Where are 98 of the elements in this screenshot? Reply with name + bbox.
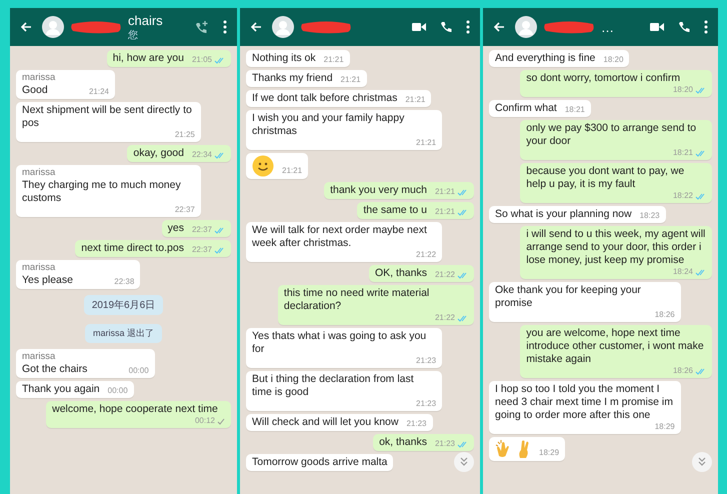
video-call-icon[interactable] [650, 22, 664, 32]
message-time: 00:00 [108, 386, 128, 396]
message-time: 22:38 [114, 277, 134, 287]
phone-icon[interactable] [440, 21, 452, 33]
message-time: 18:24 [672, 267, 693, 277]
message-text: We will talk for next order maybe next week after christmas. [252, 224, 428, 250]
message-time: 21:21 [340, 75, 361, 85]
message-time: 00:00 [128, 366, 149, 376]
message-text: Oke thank you for keeping your promise [495, 284, 642, 310]
message-text: you are welcome, hope next time introduce other customer, i wont make mistake again [526, 327, 705, 366]
message-text: Thank you again [22, 383, 100, 396]
message-text: Got the chairs [22, 363, 88, 376]
message-text: this time no need write material declaration? [284, 287, 430, 313]
avatar-icon[interactable] [42, 16, 64, 38]
message-text: Confirm what [495, 102, 557, 115]
message-time: 21:21 [282, 165, 302, 177]
avatar-icon[interactable] [515, 16, 537, 38]
message-time: 22:34 [192, 150, 212, 160]
back-arrow-icon[interactable] [250, 21, 262, 33]
message-time: 18:20 [672, 85, 693, 95]
message-text: Good [22, 84, 48, 97]
menu-icon[interactable] [466, 20, 470, 34]
message-time: 18:29 [654, 422, 675, 432]
menu-icon[interactable] [223, 20, 227, 34]
video-call-icon[interactable] [412, 22, 426, 32]
message-text: So what is your planning now [495, 208, 632, 221]
message-time: 21:25 [174, 130, 195, 140]
sender-name: marissa [22, 167, 56, 179]
message-text: But i thing the declaration from last time is good [252, 373, 415, 399]
message-time: 18:26 [654, 310, 675, 320]
message-time: 21:23 [406, 419, 427, 429]
message-text: Thanks my friend [252, 72, 333, 85]
smiley-icon [252, 155, 274, 177]
message-text: hi, how are you [112, 52, 184, 65]
message-text: ok, thanks [379, 436, 427, 449]
message-time: 21:21 [405, 95, 426, 105]
message-time: 18:20 [603, 55, 624, 65]
message-time: 21:23 [416, 356, 436, 366]
message-text: They charging me to much money customs [22, 179, 182, 205]
message-text: only we pay $300 to arrange send to your door [526, 122, 698, 148]
message-text: welcome, hope cooperate next time [52, 403, 218, 416]
message-text: Will check and will let you know [252, 416, 398, 429]
message-text: because you dont want to pay, we help u pay, it is my fault [526, 165, 686, 191]
chat-title: … [601, 20, 615, 34]
message-time: 18:29 [539, 447, 560, 459]
system-notice: marissa 退出了 [84, 324, 162, 343]
message-time: 18:21 [564, 105, 585, 115]
message-time: 22:37 [174, 205, 195, 215]
message-time: 18:22 [672, 191, 693, 201]
message-text: I hop so too I told you the moment I need 3 chair mext time I m promise im going to order more after this one [495, 383, 674, 422]
redaction-mark [70, 20, 122, 34]
message-text: I wish you and your family happy christmas [252, 112, 406, 138]
phone-icon[interactable] [678, 21, 690, 33]
message-time: 21:22 [434, 313, 455, 323]
message-text: Nothing its ok [252, 52, 316, 65]
message-text: i will send to u this week, my agent will arrange send to your door, this order i lose money, just keep my promise [526, 228, 706, 267]
message-time: 21:21 [324, 55, 344, 65]
message-text: Next shipment will be sent directly to pos [22, 104, 193, 130]
avatar-icon[interactable] [272, 16, 294, 38]
chat-subtitle: 您 [128, 28, 139, 42]
message-time: 00:12 [194, 416, 215, 426]
message-time: 22:37 [192, 245, 212, 255]
message-time: 21:22 [434, 270, 455, 280]
sender-name: marissa [22, 72, 56, 84]
message-time: 21:21 [434, 187, 455, 197]
back-arrow-icon[interactable] [493, 21, 505, 33]
message-time: 22:37 [192, 225, 212, 235]
message-text: next time direct to.pos [81, 242, 184, 255]
message-time: 21:23 [434, 439, 455, 449]
add-call-icon[interactable] [195, 20, 209, 34]
chat-title: chairs [128, 12, 164, 28]
message-text: Yes please [22, 274, 73, 287]
message-time: 21:22 [416, 250, 436, 260]
message-text: And everything is fine [495, 52, 596, 65]
message-text: so dont worry, tomortow i confirm [526, 72, 680, 85]
message-time: 21:21 [416, 138, 436, 148]
message-text: okay, good [133, 147, 184, 160]
message-text: the same to u [363, 204, 427, 217]
message-time: 18:21 [672, 148, 693, 158]
message-text: Yes thats what i was going to ask you for [252, 330, 428, 356]
date-chip: 2019年6月6日 [84, 295, 164, 315]
message-time: 21:05 [192, 55, 212, 65]
menu-icon[interactable] [704, 20, 708, 34]
message-text: OK, thanks [375, 267, 427, 280]
message-time: 21:24 [88, 87, 109, 97]
back-arrow-icon[interactable] [20, 21, 32, 33]
message-text: yes [168, 222, 184, 235]
message-time: 18:26 [672, 366, 693, 376]
message-text: thank you very much [330, 184, 427, 197]
message-time: 21:23 [416, 399, 436, 409]
sender-name: marissa [22, 351, 56, 363]
sender-name: marissa [22, 262, 56, 274]
redaction-mark [543, 20, 595, 34]
message-text: If we dont talk before christmas [252, 92, 398, 105]
message-time: 18:23 [640, 211, 660, 221]
message-text: Tomorrow goods arrive malta [252, 456, 388, 469]
message-time: 21:21 [434, 207, 455, 217]
redaction-mark [300, 20, 352, 34]
